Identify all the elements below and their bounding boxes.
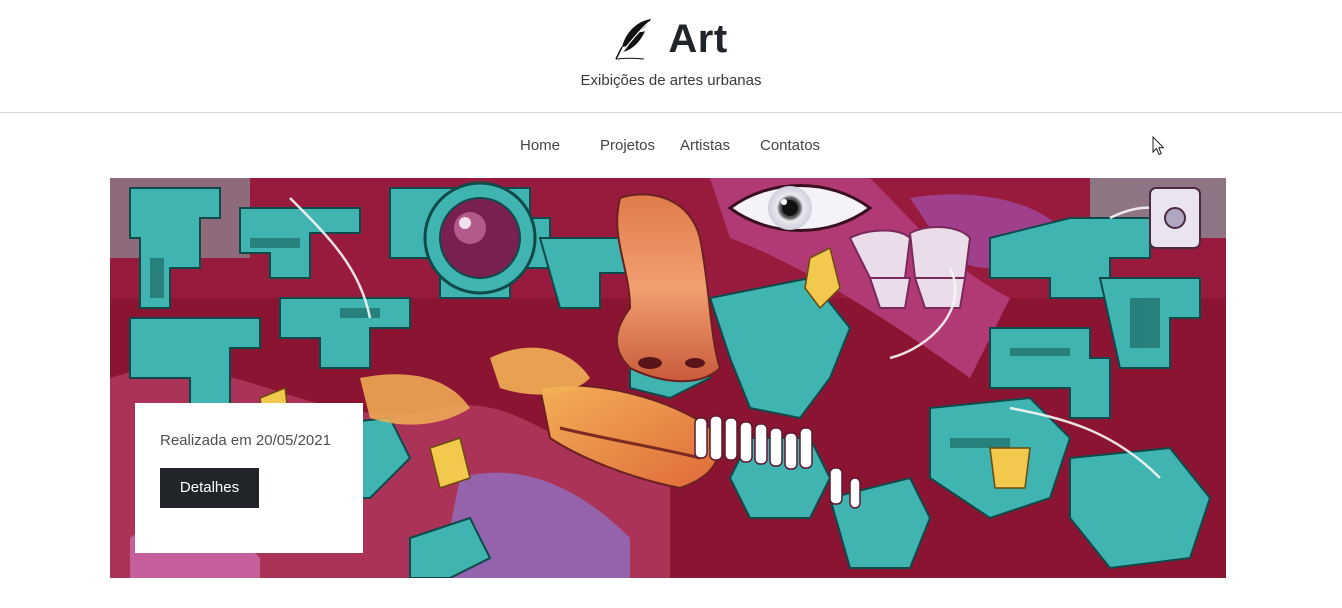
details-button[interactable]: Detalhes <box>160 468 259 508</box>
nav-item-home[interactable]: Home <box>520 136 560 156</box>
site-header: Art Exibições de artes urbanas <box>0 0 1342 113</box>
event-card: Realizada em 20/05/2021 Detalhes <box>135 403 363 553</box>
feather-quill-icon <box>615 19 652 60</box>
main-nav: Home Projetos Artistas Contatos <box>0 136 1342 158</box>
nav-item-artistas[interactable]: Artistas <box>680 136 730 156</box>
brand[interactable]: Art <box>0 14 1342 64</box>
mouse-cursor-icon <box>1152 136 1165 156</box>
nav-item-projetos[interactable]: Projetos <box>600 136 655 156</box>
nav-item-contatos[interactable]: Contatos <box>760 136 820 156</box>
event-date-text: Realizada em 20/05/2021 <box>160 432 331 449</box>
brand-title: Art <box>668 17 728 61</box>
hero-banner: Realizada em 20/05/2021 Detalhes <box>110 178 1226 578</box>
tagline: Exibições de artes urbanas <box>580 72 762 89</box>
